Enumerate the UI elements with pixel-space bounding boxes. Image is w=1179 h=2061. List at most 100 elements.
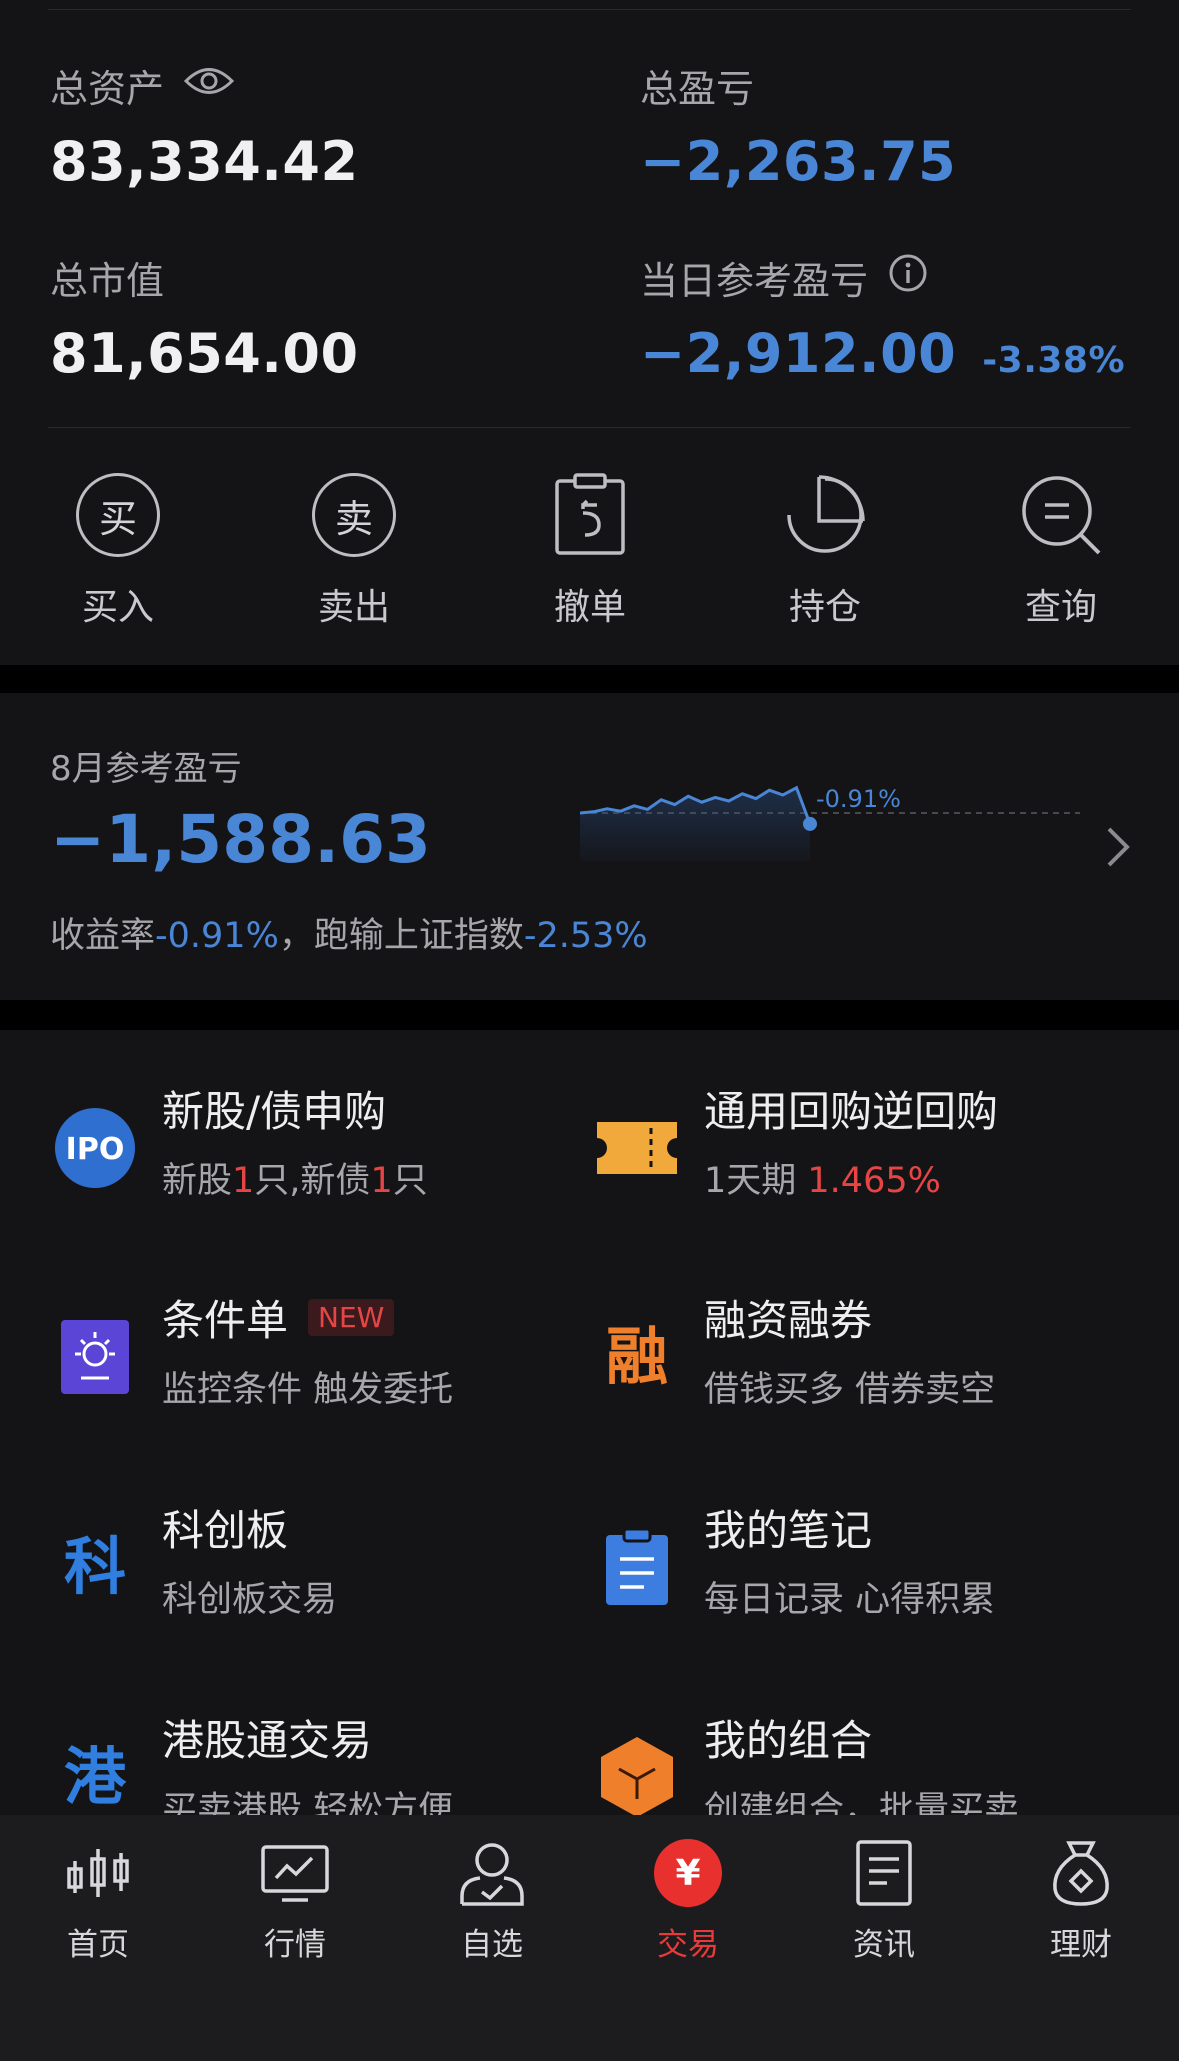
tab-watchlist-label: 自选 xyxy=(461,1927,523,1963)
monthly-sparkline: -0.91% xyxy=(580,785,1080,861)
hk-connect-icon: 港 xyxy=(50,1732,140,1815)
chevron-right-icon[interactable] xyxy=(1104,825,1132,869)
daily-pnl-label: 当日参考盈亏 xyxy=(640,258,869,303)
margin-trading-title: 融资融券 xyxy=(704,1296,873,1345)
ipo-desc: 新股1只,新债1只 xyxy=(162,1152,428,1203)
clipboard-undo-icon xyxy=(545,470,635,560)
ipo-subscription-item[interactable]: IPO 新股/债申购 新股1只,新债1只 xyxy=(50,1078,610,1208)
feature-grid: IPO 新股/债申购 新股1只,新债1只 通用回购逆回购 1天期 1.465% … xyxy=(0,1030,1179,1815)
return-rate-value: -0.91% xyxy=(155,916,279,956)
ipo-icon-text: IPO xyxy=(66,1132,125,1167)
margin-icon-text: 融 xyxy=(605,1320,668,1393)
star-market-item[interactable]: 科 科创板 科创板交易 xyxy=(50,1497,610,1627)
tab-home[interactable]: 首页 xyxy=(28,1837,168,1964)
sell-label: 卖出 xyxy=(317,587,390,628)
star-market-icon-text: 科 xyxy=(63,1530,126,1603)
benchmark-value: -2.53% xyxy=(523,916,648,956)
buy-button[interactable]: 买 买入 xyxy=(58,470,178,630)
cube-icon xyxy=(592,1732,682,1815)
my-portfolio-item[interactable]: 我的组合 创建组合，批量买卖 xyxy=(592,1707,1152,1815)
star-market-title: 科创板 xyxy=(162,1506,289,1555)
search-icon xyxy=(1016,470,1106,560)
assets-summary-card: 总资产 83,334.42 总盈亏 −2,263.75 总市值 81,654.0… xyxy=(0,0,1179,665)
trade-actions: 买 买入 卖 卖出 撤单 持仓 查询 xyxy=(0,470,1179,630)
hk-connect-title: 港股通交易 xyxy=(162,1716,373,1765)
bulb-icon xyxy=(50,1312,140,1402)
tab-trade-label: 交易 xyxy=(657,1927,719,1963)
my-portfolio-title: 我的组合 xyxy=(704,1716,873,1765)
reverse-repo-term: 1天期 xyxy=(704,1161,808,1201)
daily-pnl: 当日参考盈亏 −2,912.00 -3.38% xyxy=(640,252,1125,385)
ipo-title: 新股/债申购 xyxy=(162,1087,387,1136)
total-pnl: 总盈亏 −2,263.75 xyxy=(640,60,957,194)
total-pnl-value: −2,263.75 xyxy=(640,130,957,193)
my-notes-title: 我的笔记 xyxy=(704,1506,873,1555)
conditional-order-item[interactable]: 条件单 NEW 监控条件 触发委托 xyxy=(50,1287,610,1417)
ipo-desc-a: 新股 xyxy=(162,1161,233,1201)
summary-divider xyxy=(48,427,1131,428)
cancel-order-button[interactable]: 撤单 xyxy=(530,470,650,630)
document-icon xyxy=(844,1837,924,1909)
ticket-icon xyxy=(592,1103,682,1193)
tab-wealth-label: 理财 xyxy=(1050,1927,1112,1963)
positions-button[interactable]: 持仓 xyxy=(765,470,885,630)
sell-button[interactable]: 卖 卖出 xyxy=(294,470,414,630)
info-icon[interactable] xyxy=(888,253,928,302)
my-portfolio-desc: 创建组合，批量买卖 xyxy=(704,1790,1020,1815)
daily-pnl-value: −2,912.00 xyxy=(640,322,957,385)
sparkline-end-label: -0.91% xyxy=(816,785,901,813)
hk-connect-icon-text: 港 xyxy=(63,1740,126,1813)
total-assets-label: 总资产 xyxy=(50,66,165,111)
market-value-value: 81,654.00 xyxy=(50,322,359,385)
conditional-order-title: 条件单 xyxy=(162,1296,289,1345)
reverse-repo-title: 通用回购逆回购 xyxy=(704,1087,999,1136)
tab-market[interactable]: 行情 xyxy=(225,1837,365,1964)
tab-home-label: 首页 xyxy=(67,1927,129,1963)
tab-wealth[interactable]: 理财 xyxy=(1011,1837,1151,1964)
margin-icon: 融 xyxy=(592,1312,682,1402)
tab-news-label: 资讯 xyxy=(853,1927,915,1963)
monthly-pnl-value: −1,588.63 xyxy=(50,801,431,878)
reverse-repo-rate: 1.465% xyxy=(807,1161,941,1201)
ipo-new-bond-count: 1 xyxy=(370,1161,393,1201)
reverse-repo-item[interactable]: 通用回购逆回购 1天期 1.465% xyxy=(592,1078,1152,1208)
money-bag-icon xyxy=(1041,1837,1121,1909)
my-notes-desc: 每日记录 心得积累 xyxy=(704,1580,996,1620)
total-assets-value: 83,334.42 xyxy=(50,130,359,193)
candlestick-icon xyxy=(58,1837,138,1909)
return-separator: ， xyxy=(278,916,314,956)
sell-icon: 卖 xyxy=(312,473,396,557)
eye-icon[interactable] xyxy=(183,63,235,107)
total-assets: 总资产 83,334.42 xyxy=(50,60,359,194)
monthly-pnl-card[interactable]: 8月参考盈亏 −1,588.63 收益率-0.91%，跑输上证指数-2.53% … xyxy=(0,693,1179,1000)
buy-label: 买入 xyxy=(81,587,154,628)
user-check-icon xyxy=(452,1837,532,1909)
query-button[interactable]: 查询 xyxy=(1001,470,1121,630)
tab-market-label: 行情 xyxy=(264,1927,326,1963)
hk-connect-item[interactable]: 港 港股通交易 买卖港股 轻松方便 xyxy=(50,1707,610,1815)
daily-pnl-percent: -3.38% xyxy=(982,340,1126,381)
my-notes-item[interactable]: 我的笔记 每日记录 心得积累 xyxy=(592,1497,1152,1627)
ipo-desc-c: 只 xyxy=(392,1161,428,1201)
tab-watchlist[interactable]: 自选 xyxy=(422,1837,562,1964)
tab-news[interactable]: 资讯 xyxy=(814,1837,954,1964)
reverse-repo-desc: 1天期 1.465% xyxy=(704,1152,941,1203)
pie-chart-icon xyxy=(780,470,870,560)
conditional-order-desc: 监控条件 触发委托 xyxy=(162,1370,454,1410)
ipo-icon: IPO xyxy=(50,1103,140,1193)
top-divider xyxy=(48,9,1131,10)
bottom-tab-bar: 首页 行情 自选 ¥ 交易 资讯 理财 xyxy=(0,1815,1179,2061)
monthly-pnl-label: 8月参考盈亏 xyxy=(50,749,242,789)
market-value-label: 总市值 xyxy=(50,258,165,303)
monthly-return-summary: 收益率-0.91%，跑输上证指数-2.53% xyxy=(50,907,648,958)
ipo-new-stock-count: 1 xyxy=(232,1161,255,1201)
hk-connect-desc: 买卖港股 轻松方便 xyxy=(162,1790,454,1815)
tab-trade[interactable]: ¥ 交易 xyxy=(618,1837,758,1964)
star-market-desc: 科创板交易 xyxy=(162,1580,338,1620)
margin-trading-item[interactable]: 融 融资融券 借钱买多 借券卖空 xyxy=(592,1287,1152,1417)
market-value: 总市值 81,654.00 xyxy=(50,252,359,386)
buy-icon: 买 xyxy=(76,473,160,557)
benchmark-label: 跑输上证指数 xyxy=(313,916,524,956)
cancel-order-label: 撤单 xyxy=(553,587,626,628)
sparkline-end-point xyxy=(803,816,817,831)
